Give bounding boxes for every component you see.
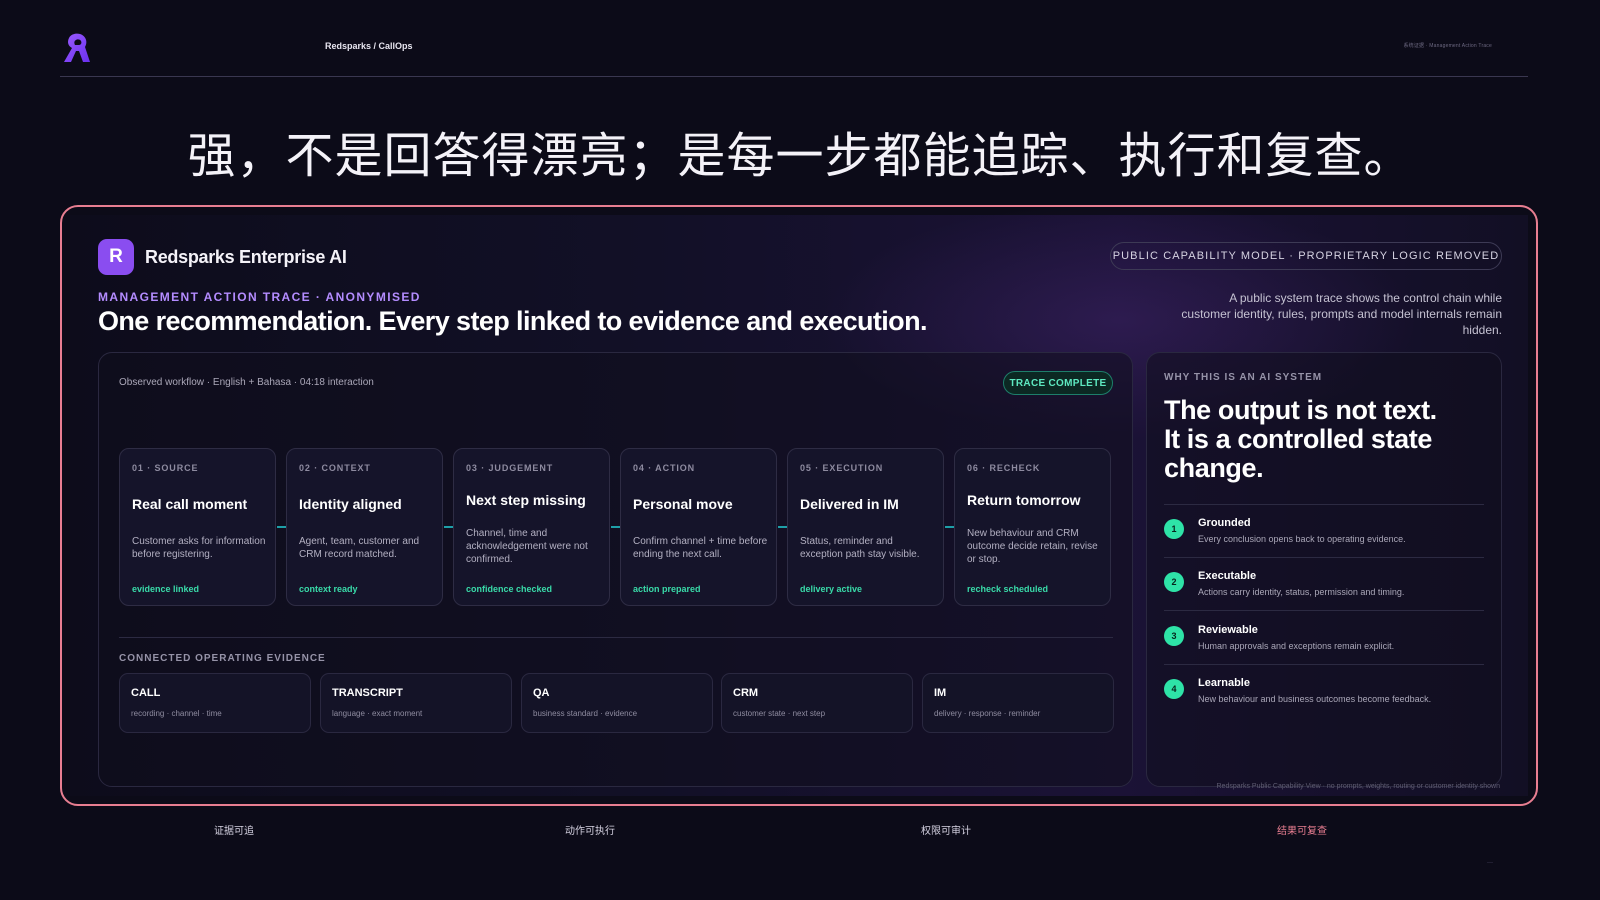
step-connector [277,526,286,528]
step-title: Next step missing [466,492,586,508]
item-number-badge: 2 [1164,572,1184,592]
step-card-judgement[interactable]: 03 · JUDGEMENT Next step missing Channel… [453,448,610,606]
step-number: 02 · CONTEXT [299,463,371,473]
brand-mark-icon: R [98,239,134,275]
top-right-caption: 系统证据 · Management Action Trace [1403,43,1492,49]
step-card-recheck[interactable]: 06 · RECHECK Return tomorrow New behavio… [954,448,1111,606]
step-card-source[interactable]: 01 · SOURCE Real call moment Customer as… [119,448,276,606]
why-statement-line: change. [1164,453,1264,483]
step-title: Delivered in IM [800,496,899,512]
why-item-grounded: 1 Grounded Every conclusion opens back t… [1164,515,1484,563]
brand-name: Redsparks Enterprise AI [145,247,347,267]
step-connector [778,526,787,528]
step-number: 04 · ACTION [633,463,696,473]
evidence-card-crm[interactable]: CRM customer state · next step [721,673,913,733]
evidence-title: TRANSCRIPT [332,687,403,699]
step-description: Confirm channel + time before ending the… [633,536,768,560]
step-connector [945,526,954,528]
item-title: Executable [1198,570,1257,582]
item-subtitle: Human approvals and exceptions remain ex… [1198,641,1395,651]
item-subtitle: New behaviour and business outcomes beco… [1198,694,1432,704]
step-title: Return tomorrow [967,492,1081,508]
step-description: Status, reminder and exception path stay… [800,536,920,560]
why-item-reviewable: 3 Reviewable Human approvals and excepti… [1164,622,1484,670]
section-kicker: MANAGEMENT ACTION TRACE · ANONYMISED [98,290,421,304]
trace-title: One recommendation. Every step linked to… [98,306,927,336]
why-statement-line: It is a controlled state [1164,424,1432,454]
evidence-subtitle: delivery · response · reminder [934,709,1041,718]
why-statement-line: The output is not text. [1164,395,1437,425]
bottom-label-evidence[interactable]: 证据可追 [214,822,254,837]
evidence-card-im[interactable]: IM delivery · response · reminder [922,673,1114,733]
item-number-badge: 3 [1164,626,1184,646]
step-status: delivery active [800,584,863,594]
step-status: confidence checked [466,584,553,594]
bottom-label-recheck[interactable]: 结果可复查 [1277,822,1327,837]
item-subtitle: Actions carry identity, status, permissi… [1198,587,1405,597]
capability-footnote: Redsparks Public Capability View · no pr… [1216,783,1501,790]
why-divider [1164,557,1484,558]
step-number: 01 · SOURCE [132,463,199,473]
evidence-subtitle: business standard · evidence [533,709,638,718]
evidence-card-qa[interactable]: QA business standard · evidence [521,673,713,733]
corner-mark: — [1487,860,1493,866]
why-item-learnable: 4 Learnable New behaviour and business o… [1164,675,1484,723]
evidence-subtitle: recording · channel · time [131,709,222,718]
evidence-card-call[interactable]: CALL recording · channel · time [119,673,311,733]
step-number: 05 · EXECUTION [800,463,884,473]
trace-complete-badge: TRACE COMPLETE [1003,371,1113,395]
why-divider [1164,664,1484,665]
step-number: 03 · JUDGEMENT [466,463,554,473]
step-status: evidence linked [132,584,200,594]
breadcrumb[interactable]: Redsparks / CallOps [325,41,413,51]
item-number-badge: 4 [1164,679,1184,699]
step-title: Real call moment [132,496,248,512]
bottom-label-permission[interactable]: 权限可审计 [921,822,971,837]
why-item-executable: 2 Executable Actions carry identity, sta… [1164,568,1484,616]
observed-workflow: Observed workflow · English + Bahasa · 0… [119,377,374,388]
step-description: Customer asks for information before reg… [132,536,266,560]
evidence-divider [119,637,1113,638]
evidence-title: CALL [131,687,161,699]
step-connector [611,526,620,528]
redsparks-logo-icon[interactable] [58,30,94,66]
step-description: Agent, team, customer and CRM record mat… [299,536,420,560]
capability-pill: PUBLIC CAPABILITY MODEL · PROPRIETARY LO… [1110,242,1502,270]
evidence-subtitle: customer state · next step [733,709,826,718]
step-status: context ready [299,584,358,594]
evidence-title: IM [934,687,947,699]
step-number: 06 · RECHECK [967,463,1041,473]
header-divider [60,76,1528,77]
evidence-subtitle: language · exact moment [332,709,423,718]
why-divider [1164,504,1484,505]
item-title: Reviewable [1198,624,1258,636]
item-title: Learnable [1198,677,1250,689]
bottom-label-action[interactable]: 动作可执行 [565,822,615,837]
why-label: WHY THIS IS AN AI SYSTEM [1164,372,1323,383]
page-headline: 强，不是回答得漂亮；是每一步都能追踪、执行和复查。 [187,130,1413,183]
step-description: New behaviour and CRM outcome decide ret… [967,528,1098,565]
step-title: Personal move [633,496,733,512]
step-title: Identity aligned [299,496,402,512]
item-number-badge: 1 [1164,519,1184,539]
why-divider [1164,610,1484,611]
evidence-label: CONNECTED OPERATING EVIDENCE [119,653,326,664]
step-status: action prepared [633,584,701,594]
trace-description: A public system trace shows the control … [1181,291,1502,337]
step-status: recheck scheduled [967,584,1049,594]
evidence-card-transcript[interactable]: TRANSCRIPT language · exact moment [320,673,512,733]
step-card-execution[interactable]: 05 · EXECUTION Delivered in IM Status, r… [787,448,944,606]
step-description: Channel, time and acknowledgement were n… [466,528,588,565]
why-statement: The output is not text. It is a controll… [1164,396,1484,483]
step-card-action[interactable]: 04 · ACTION Personal move Confirm channe… [620,448,777,606]
item-subtitle: Every conclusion opens back to operating… [1198,534,1406,544]
step-card-context[interactable]: 02 · CONTEXT Identity aligned Agent, tea… [286,448,443,606]
evidence-title: QA [533,687,550,699]
evidence-title: CRM [733,687,759,699]
item-title: Grounded [1198,517,1251,529]
step-connector [444,526,453,528]
